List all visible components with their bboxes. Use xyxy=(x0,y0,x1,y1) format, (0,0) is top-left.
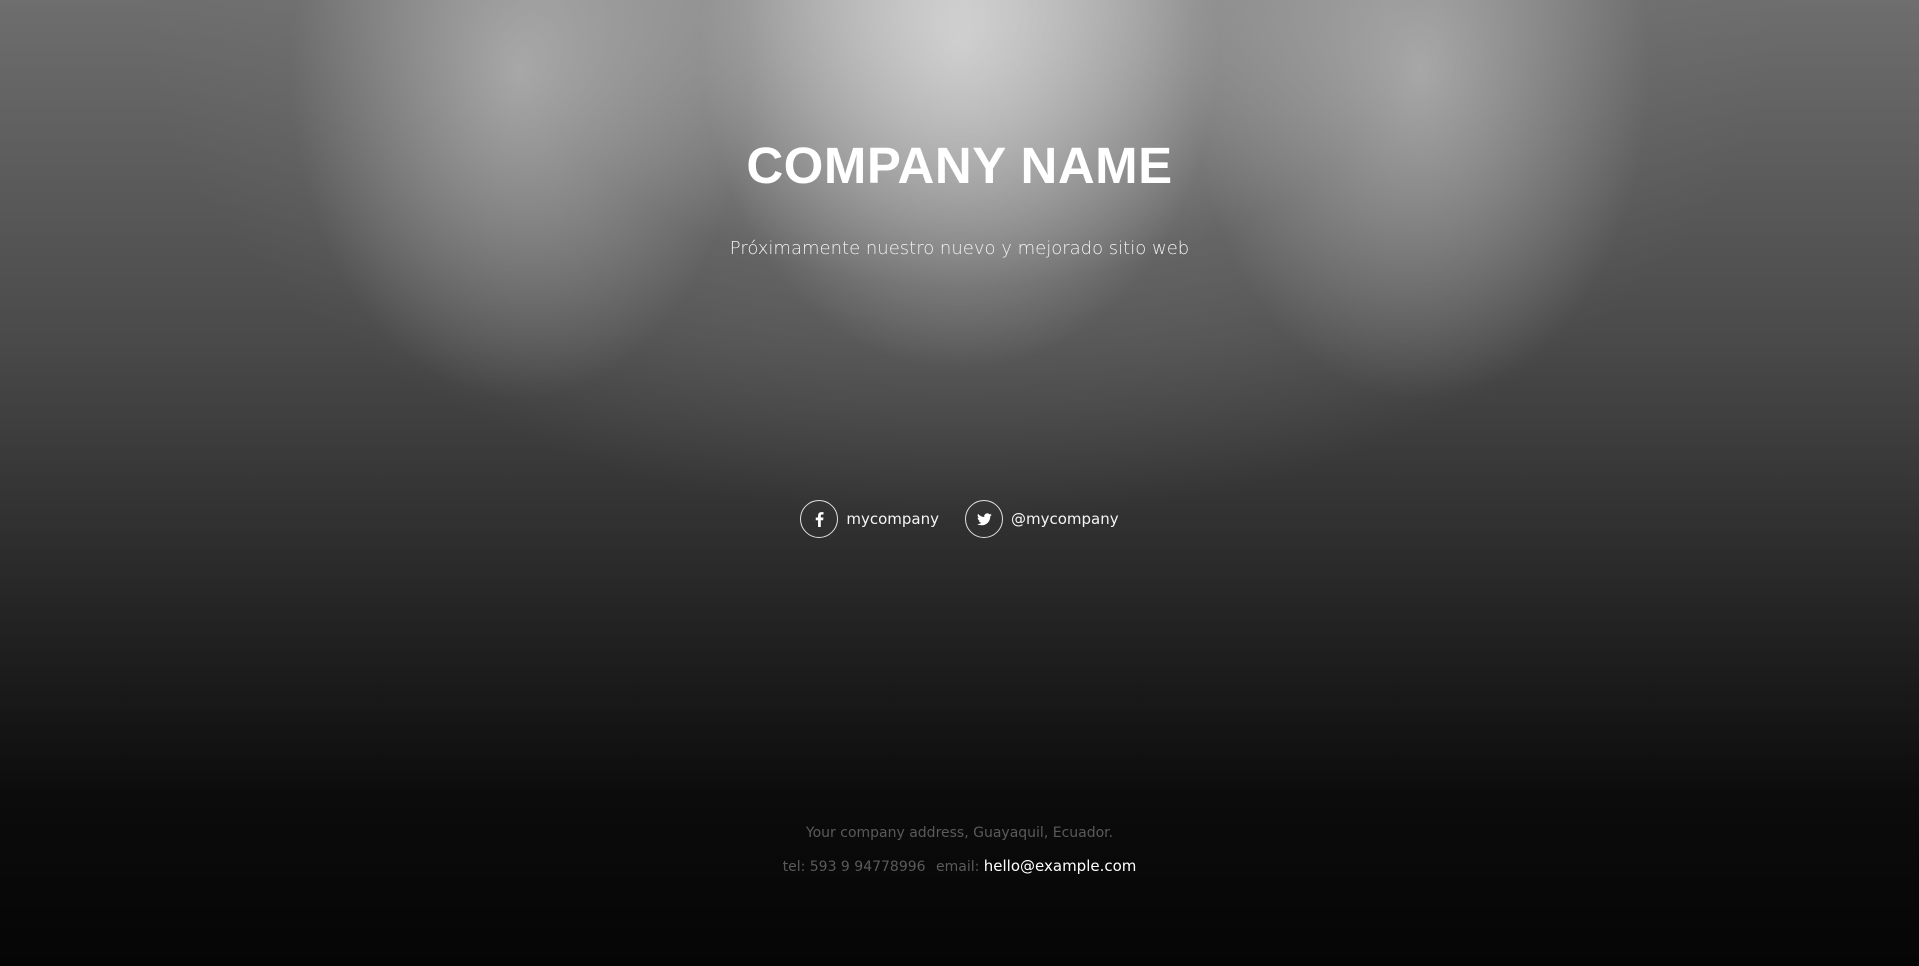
social-links: mycompany @mycompany xyxy=(0,498,1919,540)
email-link[interactable]: hello@example.com xyxy=(984,857,1137,875)
email-label: email: xyxy=(936,859,980,875)
company-address: Your company address, Guayaquil, Ecuador… xyxy=(805,825,1114,841)
facebook-link[interactable]: mycompany xyxy=(800,500,939,538)
facebook-icon xyxy=(800,500,839,538)
twitter-link[interactable]: @mycompany xyxy=(965,500,1119,538)
facebook-handle: mycompany xyxy=(846,510,939,528)
telephone-text: tel: 593 9 94778996 xyxy=(782,859,926,875)
contact-line: tel: 593 9 94778996 email: hello@example… xyxy=(0,856,1919,877)
twitter-handle: @mycompany xyxy=(1011,510,1119,528)
twitter-icon xyxy=(965,500,1003,538)
coming-soon-tagline: Próximamente nuestro nuevo y mejorado si… xyxy=(729,238,1190,259)
company-name-title: COMPANY NAME xyxy=(746,137,1173,194)
